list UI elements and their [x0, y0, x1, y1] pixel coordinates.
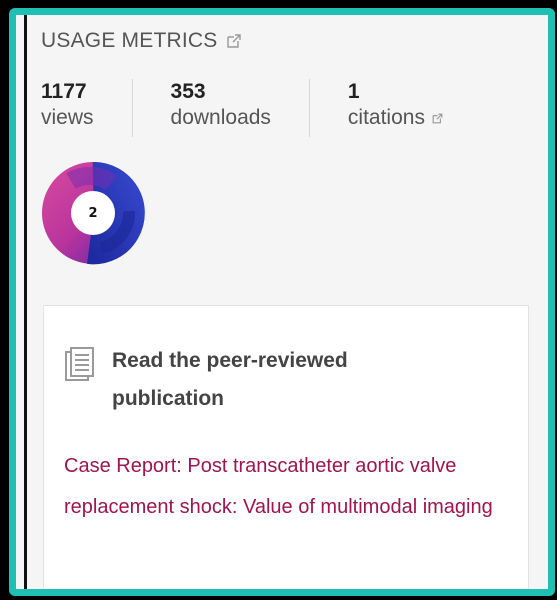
- highlight-frame: USAGE METRICS 1177 views 353 downloads 1…: [9, 8, 555, 596]
- citations-link[interactable]: citations: [348, 105, 444, 131]
- metric-views: 1177 views: [41, 79, 132, 137]
- publication-heading: Read the peer-reviewed publication: [112, 349, 348, 410]
- sidebar-panel: USAGE METRICS 1177 views 353 downloads 1…: [24, 15, 548, 589]
- publication-card: Read the peer-reviewed publication Case …: [43, 305, 529, 589]
- altmetric-score: 2: [88, 205, 98, 221]
- usage-metrics-heading[interactable]: USAGE METRICS: [41, 29, 243, 53]
- external-link-icon[interactable]: [225, 32, 243, 50]
- views-label: views: [41, 106, 94, 129]
- views-count: 1177: [41, 80, 87, 103]
- usage-metrics-title: USAGE METRICS: [41, 29, 218, 52]
- metrics-row: 1177 views 353 downloads 1 citations: [41, 79, 482, 137]
- publication-link[interactable]: Case Report: Post transcatheter aortic v…: [64, 446, 504, 528]
- downloads-label: downloads: [170, 106, 271, 129]
- metric-citations[interactable]: 1 citations: [308, 79, 482, 137]
- downloads-count: 353: [170, 80, 206, 103]
- publication-card-header: Read the peer-reviewed publication: [64, 342, 452, 418]
- document-stack-icon: [65, 347, 94, 381]
- altmetric-donut[interactable]: 2: [41, 161, 145, 265]
- citations-label: citations: [347, 106, 425, 129]
- external-link-icon: [432, 113, 443, 123]
- metric-downloads: 353 downloads: [131, 79, 309, 137]
- citations-count: 1: [347, 80, 360, 103]
